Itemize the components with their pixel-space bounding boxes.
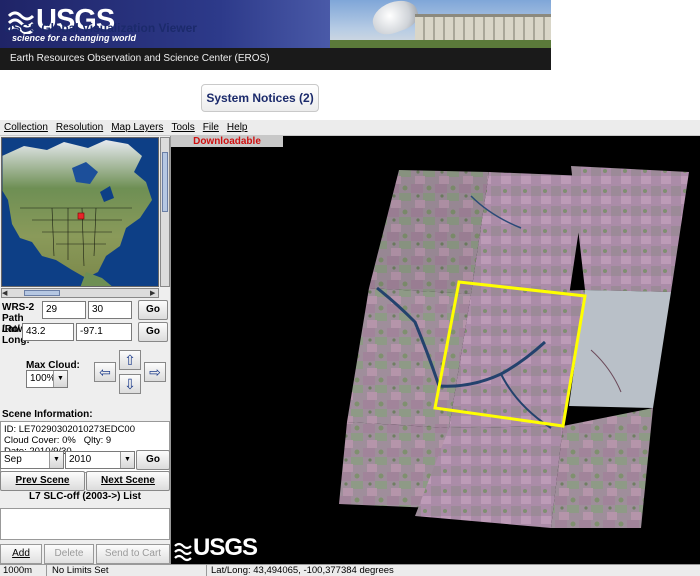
pan-right-button[interactable]: ⇨ — [144, 362, 166, 382]
arrow-down-icon: ⇩ — [124, 376, 136, 392]
row-input[interactable]: 30 — [88, 301, 132, 319]
overview-vertical-scrollbar[interactable] — [160, 137, 170, 287]
pan-up-button[interactable]: ⇧ — [119, 350, 141, 370]
menu-tools[interactable]: Tools — [171, 120, 194, 135]
arrow-right-icon: ⇨ — [149, 364, 161, 380]
scene-quality: Qlty: 9 — [83, 435, 112, 446]
add-button[interactable]: Add — [0, 544, 42, 564]
menu-help[interactable]: Help — [227, 120, 248, 135]
menu-bar: Collection Resolution Map Layers Tools File H… — [0, 120, 700, 136]
title-bar — [0, 70, 700, 120]
year-value: 2010 — [69, 454, 92, 465]
status-limits: No Limits Set — [52, 565, 109, 576]
control-panel: ◀ ▶ WRS-2 Path /Row: 29 30 Go Lat/ Long:… — [0, 136, 171, 564]
menu-map-layers[interactable]: Map Layers — [111, 120, 163, 135]
chevron-down-icon: ▼ — [120, 452, 134, 468]
arrow-left-icon: ⇦ — [99, 364, 111, 380]
chevron-down-icon: ▼ — [53, 371, 67, 387]
longitude-input[interactable]: -97.1 — [76, 323, 132, 341]
path-input[interactable]: 29 — [42, 301, 86, 319]
wrs-go-button[interactable]: Go — [138, 300, 168, 320]
delete-button[interactable]: Delete — [44, 544, 94, 564]
overview-map[interactable] — [1, 137, 159, 287]
scene-list-box[interactable] — [0, 508, 170, 540]
arrow-up-icon: ⇧ — [124, 352, 136, 368]
latitude-input[interactable]: 43.2 — [22, 323, 74, 341]
status-resolution: 1000m — [3, 565, 33, 576]
header-photo-ground — [330, 40, 551, 48]
scroll-right-icon[interactable]: ▶ — [150, 290, 155, 298]
scene-cloud-quality: Cloud Cover: 0% Qlty: 9 — [4, 435, 166, 446]
menu-collection[interactable]: Collection — [4, 120, 48, 135]
satellite-scene-mosaic — [174, 166, 689, 562]
usgs-watermark — [174, 542, 192, 562]
menu-resolution[interactable]: Resolution — [56, 120, 103, 135]
pan-left-button[interactable]: ⇦ — [94, 362, 116, 382]
system-notices-button[interactable]: System Notices (2) — [201, 84, 319, 112]
scene-map-viewer[interactable]: USGS — [171, 136, 700, 564]
pan-down-button[interactable]: ⇩ — [119, 374, 141, 394]
usgs-watermark-text: USGS — [193, 534, 258, 561]
year-select[interactable]: 2010 ▼ — [65, 451, 135, 469]
status-latlong: Lat/Long: 43,494065, -100,377384 degrees — [211, 565, 394, 576]
scene-cloud-cover: Cloud Cover: 0% — [4, 435, 76, 446]
overview-horizontal-scrollbar[interactable] — [1, 288, 159, 298]
send-to-cart-button[interactable]: Send to Cart — [96, 544, 170, 564]
max-cloud-value: 100% — [30, 373, 56, 384]
prev-scene-button[interactable]: Prev Scene — [0, 471, 85, 491]
north-america-map — [2, 138, 158, 286]
scroll-thumb[interactable] — [162, 152, 168, 212]
scene-list-title: L7 SLC-off (2003->) List — [29, 491, 141, 502]
scroll-thumb[interactable] — [24, 290, 60, 296]
latlong-go-button[interactable]: Go — [138, 322, 168, 342]
scene-info-heading: Scene Information: — [2, 409, 93, 420]
next-scene-button[interactable]: Next Scene — [86, 471, 170, 491]
max-cloud-select[interactable]: 100% ▼ — [26, 370, 68, 388]
chevron-down-icon: ▼ — [49, 452, 63, 468]
app-title: USGS Global Visualization Viewer — [4, 21, 197, 35]
date-go-button[interactable]: Go — [136, 450, 170, 470]
usgs-header-banner: USGS science for a changing world Earth … — [0, 0, 551, 70]
downloadable-banner: Downloadable — [171, 136, 283, 147]
menu-file[interactable]: File — [203, 120, 219, 135]
status-divider — [46, 565, 47, 576]
month-value: Sep — [4, 454, 22, 465]
status-bar: 1000m No Limits Set Lat/Long: 43,494065,… — [0, 564, 700, 576]
scene-id: ID: LE70290302010273EDC00 — [4, 424, 135, 435]
scroll-left-icon[interactable]: ◀ — [2, 290, 7, 298]
month-select[interactable]: Sep ▼ — [0, 451, 64, 469]
status-divider — [206, 565, 207, 576]
center-name: Earth Resources Observation and Science … — [0, 48, 551, 70]
latlong-label: Lat/ Long: — [2, 324, 30, 346]
